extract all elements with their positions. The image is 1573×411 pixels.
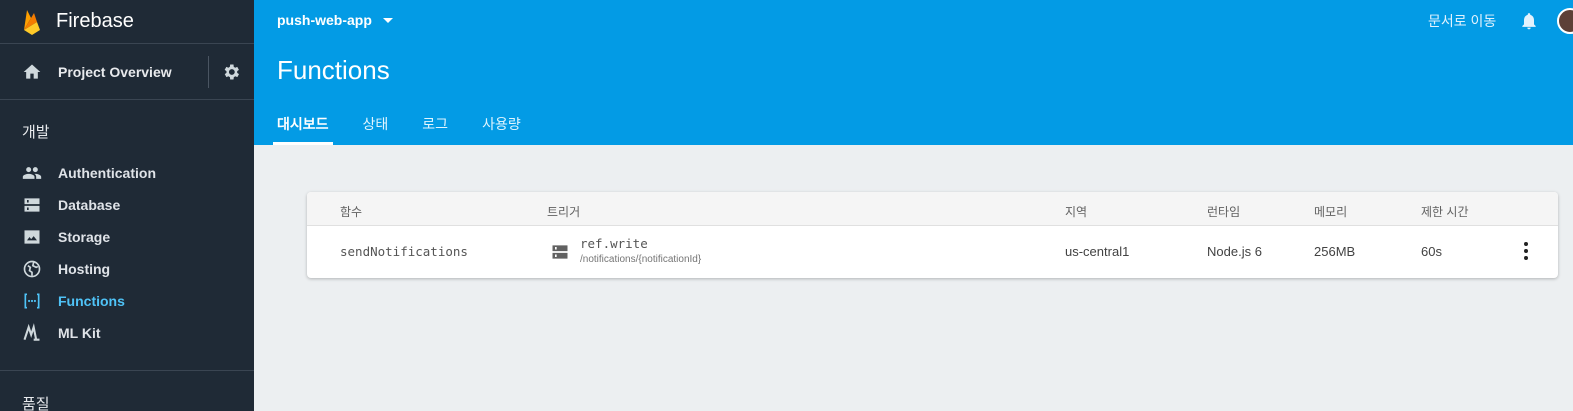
functions-icon	[24, 293, 40, 309]
more-vert-icon[interactable]	[1523, 242, 1529, 262]
docs-link[interactable]: 문서로 이동	[1428, 11, 1496, 31]
column-header-memory: 메모리	[1314, 205, 1348, 219]
project-name: push-web-app	[277, 12, 372, 28]
tab-logs[interactable]: 로그	[420, 106, 450, 145]
trigger-path: /notifications/{notificationId}	[580, 254, 702, 265]
people-icon	[22, 167, 42, 179]
bell-icon[interactable]	[1519, 10, 1539, 32]
sidebar-item-storage[interactable]: Storage	[0, 221, 254, 253]
sidebar-item-ml-kit[interactable]: ML Kit	[0, 317, 254, 349]
avatar[interactable]	[1557, 8, 1573, 34]
sidebar-item-label: Storage	[58, 229, 111, 245]
tab-usage[interactable]: 사용량	[480, 106, 523, 145]
mlkit-icon	[23, 323, 40, 341]
runtime-value: Node.js 6	[1207, 244, 1262, 259]
divider	[0, 370, 254, 371]
sidebar-item-label: ML Kit	[58, 325, 101, 341]
brand[interactable]: Firebase	[0, 0, 254, 44]
project-overview[interactable]: Project Overview	[0, 44, 254, 100]
section-quality: 품질	[22, 396, 50, 411]
firebase-logo-icon	[24, 9, 40, 35]
sidebar-item-label: Authentication	[58, 165, 156, 181]
column-header-trigger: 트리거	[547, 205, 581, 219]
sidebar-item-label: Hosting	[58, 261, 111, 277]
column-header-timeout: 제한 시간	[1421, 205, 1469, 219]
table-row[interactable]: sendNotifications ref.write /notificatio…	[307, 226, 1558, 278]
table-header: 함수 트리거 지역 런타임 메모리 제한 시간	[307, 192, 1558, 226]
trigger-event: ref.write	[580, 236, 648, 251]
column-header-region: 지역	[1065, 205, 1088, 219]
chevron-down-icon	[382, 17, 393, 23]
column-header-runtime: 런타임	[1207, 205, 1241, 219]
tab-bar: 대시보드 상태 로그 사용량	[273, 106, 553, 145]
project-selector[interactable]: push-web-app	[277, 12, 393, 28]
column-header-function: 함수	[340, 205, 363, 219]
function-name[interactable]: sendNotifications	[340, 244, 468, 259]
home-icon	[23, 64, 41, 79]
brand-title: Firebase	[56, 10, 134, 32]
page-title: Functions	[277, 55, 390, 85]
header: push-web-app Functions 문서로 이동 대시보드 상태 로그…	[254, 0, 1573, 145]
server-icon	[552, 245, 568, 259]
sidebar-item-authentication[interactable]: Authentication	[0, 157, 254, 189]
functions-table: 함수 트리거 지역 런타임 메모리 제한 시간 sendNotification…	[307, 192, 1558, 278]
sidebar-nav: Authentication Database Storage Hosting …	[0, 157, 254, 349]
tab-dashboard[interactable]: 대시보드	[273, 106, 333, 145]
sidebar-item-hosting[interactable]: Hosting	[0, 253, 254, 285]
section-develop: 개발	[22, 124, 50, 141]
region-value: us-central1	[1065, 244, 1130, 259]
sidebar-item-label: Database	[58, 197, 121, 213]
divider	[208, 56, 209, 88]
timeout-value: 60s	[1421, 244, 1442, 259]
sidebar: Firebase Project Overview 개발 Authenticat…	[0, 0, 254, 411]
sidebar-item-label: Functions	[58, 293, 125, 309]
sidebar-item-database[interactable]: Database	[0, 189, 254, 221]
gear-icon[interactable]	[221, 62, 241, 82]
tab-health[interactable]: 상태	[361, 106, 391, 145]
memory-value: 256MB	[1314, 244, 1356, 259]
project-overview-label: Project Overview	[58, 63, 172, 80]
globe-icon	[23, 260, 41, 278]
database-icon	[24, 198, 40, 212]
sidebar-item-functions[interactable]: Functions	[0, 285, 254, 317]
storage-icon	[24, 230, 40, 244]
